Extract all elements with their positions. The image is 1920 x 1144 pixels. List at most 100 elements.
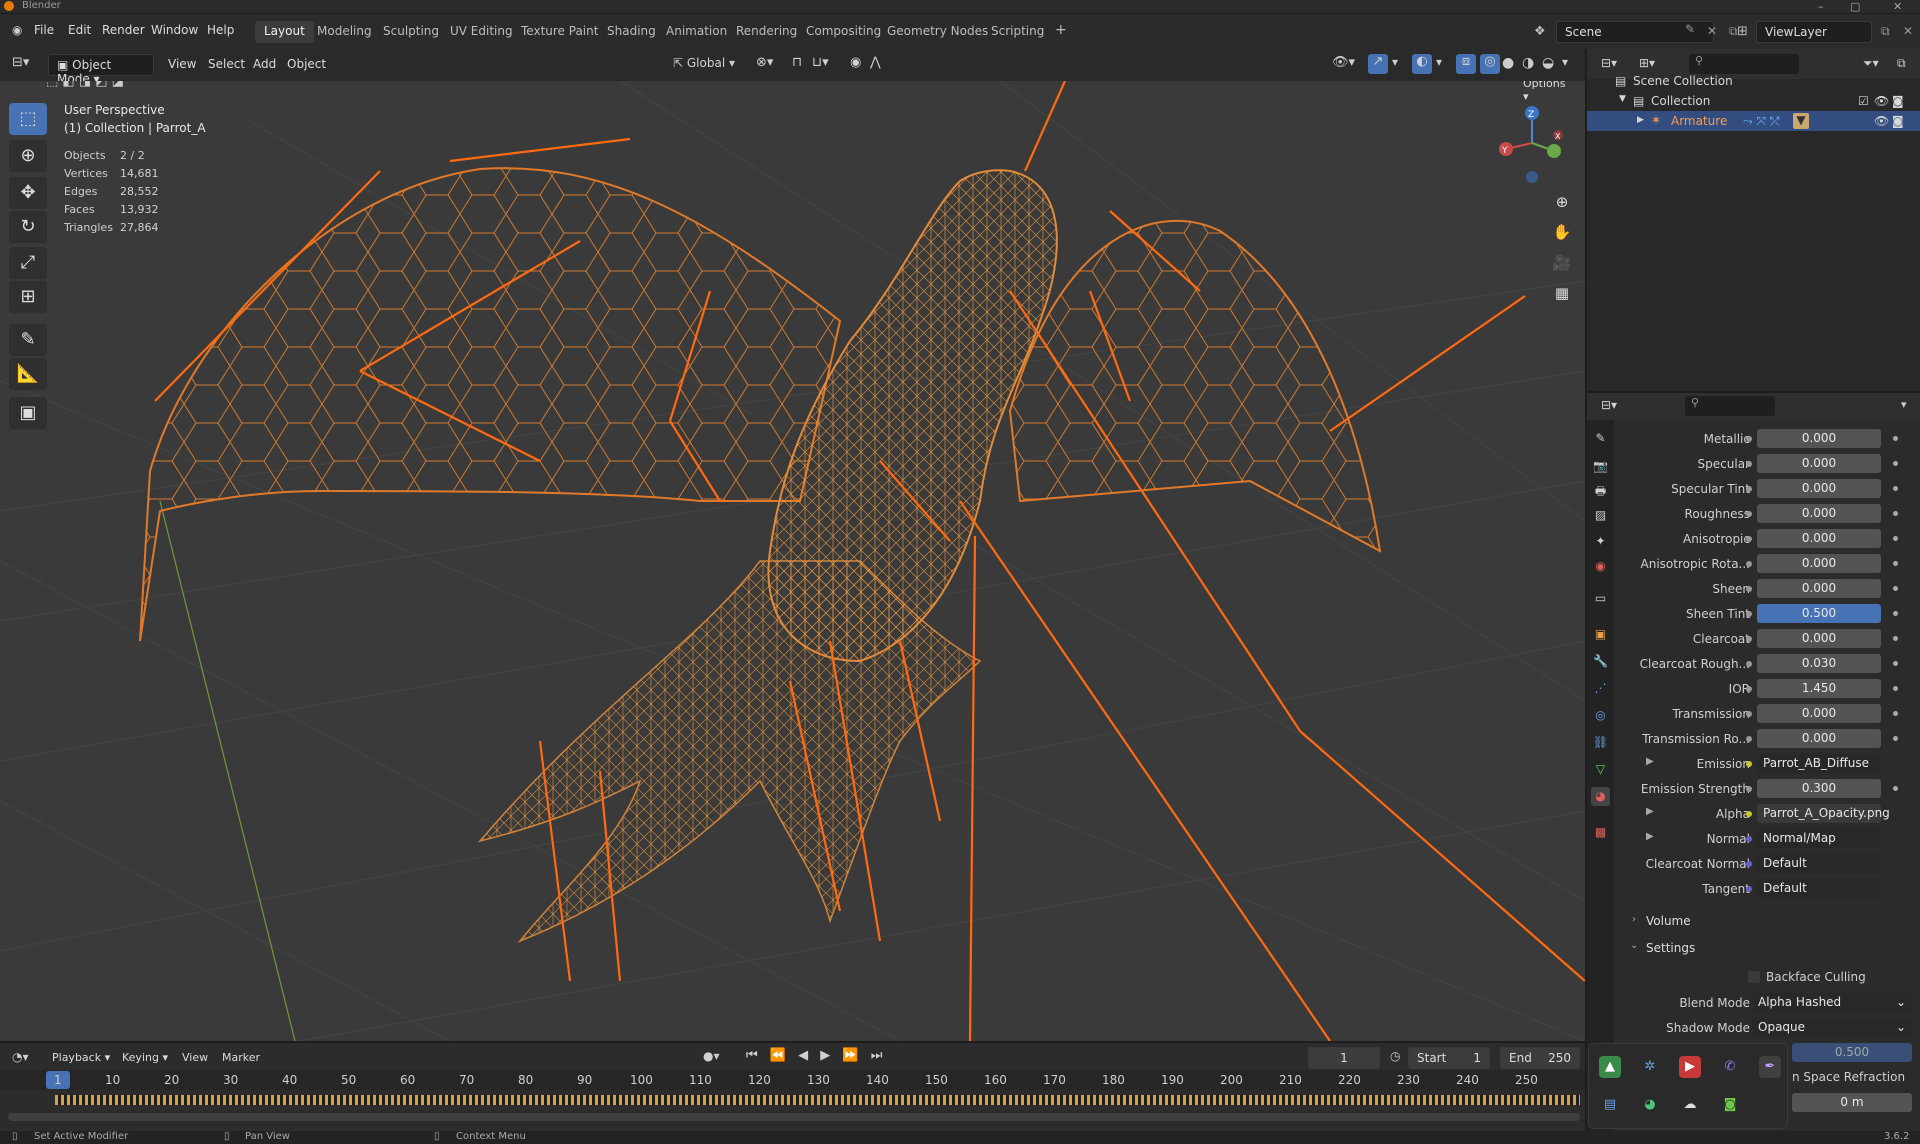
3d-viewport[interactable]: ⬚ ⊕ ✥ ↻ ⤢ ⊞ ✎ 📐 ▣ ⬚ ◧ ◨ ◩ ◪ User Perspec… <box>0 81 1585 1041</box>
linked-node-field[interactable]: Default <box>1757 879 1881 898</box>
object-tab-icon[interactable]: ▣ <box>1591 625 1610 644</box>
measure-tool[interactable]: 📐 <box>9 358 47 390</box>
keyframe-icon[interactable] <box>1893 661 1898 666</box>
mode-selector[interactable]: ▣ Object Mode ▾ <box>48 54 154 86</box>
shadow-mode-select[interactable]: Opaque ⌄ <box>1752 1018 1912 1037</box>
pen-app-icon[interactable]: ✒ <box>1759 1056 1781 1078</box>
tab-geometry-nodes[interactable]: Geometry Nodes <box>878 21 997 43</box>
volume-panel-header[interactable]: › Volume <box>1614 910 1920 932</box>
socket-icon[interactable] <box>1746 461 1752 467</box>
timeline-editor-icon[interactable]: ◔▾ <box>12 1050 29 1064</box>
expand-arrow-icon[interactable]: ▶ <box>1646 806 1654 817</box>
socket-icon[interactable] <box>1746 836 1752 842</box>
property-value-field[interactable]: 0.000 <box>1757 529 1881 548</box>
tab-uv-editing[interactable]: UV Editing <box>441 21 522 43</box>
wireframe-shading-icon[interactable]: ◎ <box>1480 54 1500 74</box>
playback-controls[interactable]: ⏮ ⏪ ◀ ▶ ⏩ ⏭ <box>746 1048 886 1063</box>
properties-editor-icon[interactable]: ⊟▾ <box>1601 398 1617 412</box>
material-tab-icon[interactable]: ◕ <box>1591 787 1610 806</box>
texture-tab-icon[interactable]: ▩ <box>1591 823 1610 842</box>
minimize-icon[interactable]: – <box>1818 0 1824 13</box>
socket-icon[interactable] <box>1746 436 1752 442</box>
socket-icon[interactable] <box>1746 736 1752 742</box>
expand-icon[interactable]: ▼ <box>1619 94 1626 104</box>
render-camera-icon[interactable]: ◙ <box>1892 94 1904 108</box>
viewlayer-selector[interactable]: ViewLayer <box>1756 21 1872 43</box>
expand-arrow-icon[interactable]: ▶ <box>1646 831 1654 842</box>
xray-icon[interactable]: ⧈ <box>1456 54 1476 74</box>
keyframe-icon[interactable] <box>1893 461 1898 466</box>
timeline-menu-keying[interactable]: Keying ▾ <box>122 1051 168 1064</box>
socket-icon[interactable] <box>1746 511 1752 517</box>
socket-icon[interactable] <box>1746 861 1752 867</box>
end-frame-field[interactable]: End 250 <box>1500 1047 1580 1069</box>
viewlayer-icon[interactable]: ⊞ <box>1728 21 1757 43</box>
rendered-shading-icon[interactable]: ◒ <box>1542 55 1554 71</box>
property-value-field[interactable]: 0.000 <box>1757 454 1881 473</box>
settings-panel-header[interactable]: ⌄ Settings <box>1614 937 1920 959</box>
calendar-app-icon[interactable]: ▤ <box>1599 1094 1621 1116</box>
scene-tab-icon[interactable]: ✦ <box>1591 532 1610 551</box>
timeline-menu-view[interactable]: View <box>182 1051 208 1064</box>
keyframe-icon[interactable] <box>1893 536 1898 541</box>
visibility-icon[interactable]: 👁▾ <box>1332 55 1355 70</box>
tool-tab-icon[interactable]: ✎ <box>1591 429 1610 448</box>
exclude-checkbox[interactable]: ☑ <box>1858 94 1869 108</box>
keyframe-icon[interactable] <box>1893 711 1898 716</box>
socket-icon[interactable] <box>1746 486 1752 492</box>
physics-tab-icon[interactable]: ◎ <box>1591 706 1610 725</box>
property-value-field[interactable]: 0.000 <box>1757 629 1881 648</box>
expand-arrow-icon[interactable]: ▶ <box>1646 756 1654 767</box>
filter-icon[interactable]: ⏷▾ <box>1863 56 1879 71</box>
keyframe-icon[interactable] <box>1893 586 1898 591</box>
properties-search[interactable]: ⚲ <box>1685 396 1775 416</box>
editor-type-icon[interactable]: ⊟▾ <box>12 55 29 70</box>
outliner-row-collection[interactable]: ▼ ▤ Collection ☑ 👁 ◙ <box>1587 91 1920 111</box>
annotate-tool[interactable]: ✎ <box>9 324 47 356</box>
blender-menu-icon[interactable]: ◉ <box>12 23 22 37</box>
maximize-icon[interactable]: ▢ <box>1850 0 1860 13</box>
render-tab-icon[interactable]: 📷 <box>1591 457 1610 476</box>
options-dropdown[interactable]: Options ▾ <box>1514 81 1578 103</box>
socket-icon[interactable] <box>1746 611 1752 617</box>
socket-icon[interactable] <box>1746 786 1752 792</box>
socket-icon[interactable] <box>1746 536 1752 542</box>
tab-compositing[interactable]: Compositing <box>797 21 890 43</box>
blend-mode-select[interactable]: Alpha Hashed ⌄ <box>1752 993 1912 1012</box>
socket-icon[interactable] <box>1746 761 1752 767</box>
keyframe-icon[interactable] <box>1893 511 1898 516</box>
proportional-edit-icon[interactable]: ◉ <box>850 55 861 70</box>
property-value-field[interactable]: 0.000 <box>1757 504 1881 523</box>
drive-app-icon[interactable]: ▲ <box>1599 1056 1621 1078</box>
tab-animation[interactable]: Animation <box>657 21 736 43</box>
material-shading-icon[interactable]: ◑ <box>1522 55 1534 71</box>
render-camera-icon[interactable]: ◙ <box>1892 114 1904 128</box>
linked-node-field[interactable]: Parrot_AB_Diffuse <box>1757 754 1881 773</box>
timeline-menu-marker[interactable]: Marker <box>222 1051 260 1064</box>
property-value-field[interactable]: 0.000 <box>1757 554 1881 573</box>
tab-scripting[interactable]: Scripting <box>982 21 1053 43</box>
pivot-icon[interactable]: ⊗▾ <box>756 55 773 70</box>
keyframe-icon[interactable] <box>1893 561 1898 566</box>
keyframe-icon[interactable] <box>1893 786 1898 791</box>
shading-menu-icon[interactable]: ▾ <box>1562 55 1568 69</box>
tab-modeling[interactable]: Modeling <box>308 21 381 43</box>
linked-node-field[interactable]: Parrot_A_Opacity.png <box>1757 804 1890 823</box>
nvidia-app-icon[interactable]: ◙ <box>1719 1094 1741 1116</box>
tab-sculpting[interactable]: Sculpting <box>374 21 448 43</box>
property-value-field[interactable]: 1.450 <box>1757 679 1881 698</box>
tab-shading[interactable]: Shading <box>598 21 665 43</box>
timeline-ruler[interactable]: 1 10 20 30 40 50 60 70 80 90 100 110 120… <box>0 1070 1585 1090</box>
property-value-field[interactable]: 0.000 <box>1757 429 1881 448</box>
keyframe-track[interactable] <box>55 1095 1580 1105</box>
sync-app-icon[interactable]: ◕ <box>1639 1094 1661 1116</box>
menu-window[interactable]: Window <box>151 23 198 37</box>
property-value-field[interactable]: 0.300 <box>1757 779 1881 798</box>
property-value-field[interactable]: 0.000 <box>1757 704 1881 723</box>
eye-icon[interactable]: 👁 <box>1874 114 1889 128</box>
clock-icon[interactable]: ◷ <box>1390 1049 1400 1063</box>
overlay-toggle-icon[interactable]: ◐ <box>1412 54 1432 74</box>
keyframe-icon[interactable] <box>1893 686 1898 691</box>
display-mode-icon[interactable]: ⊞▾ <box>1639 56 1655 70</box>
socket-icon[interactable] <box>1746 686 1752 692</box>
